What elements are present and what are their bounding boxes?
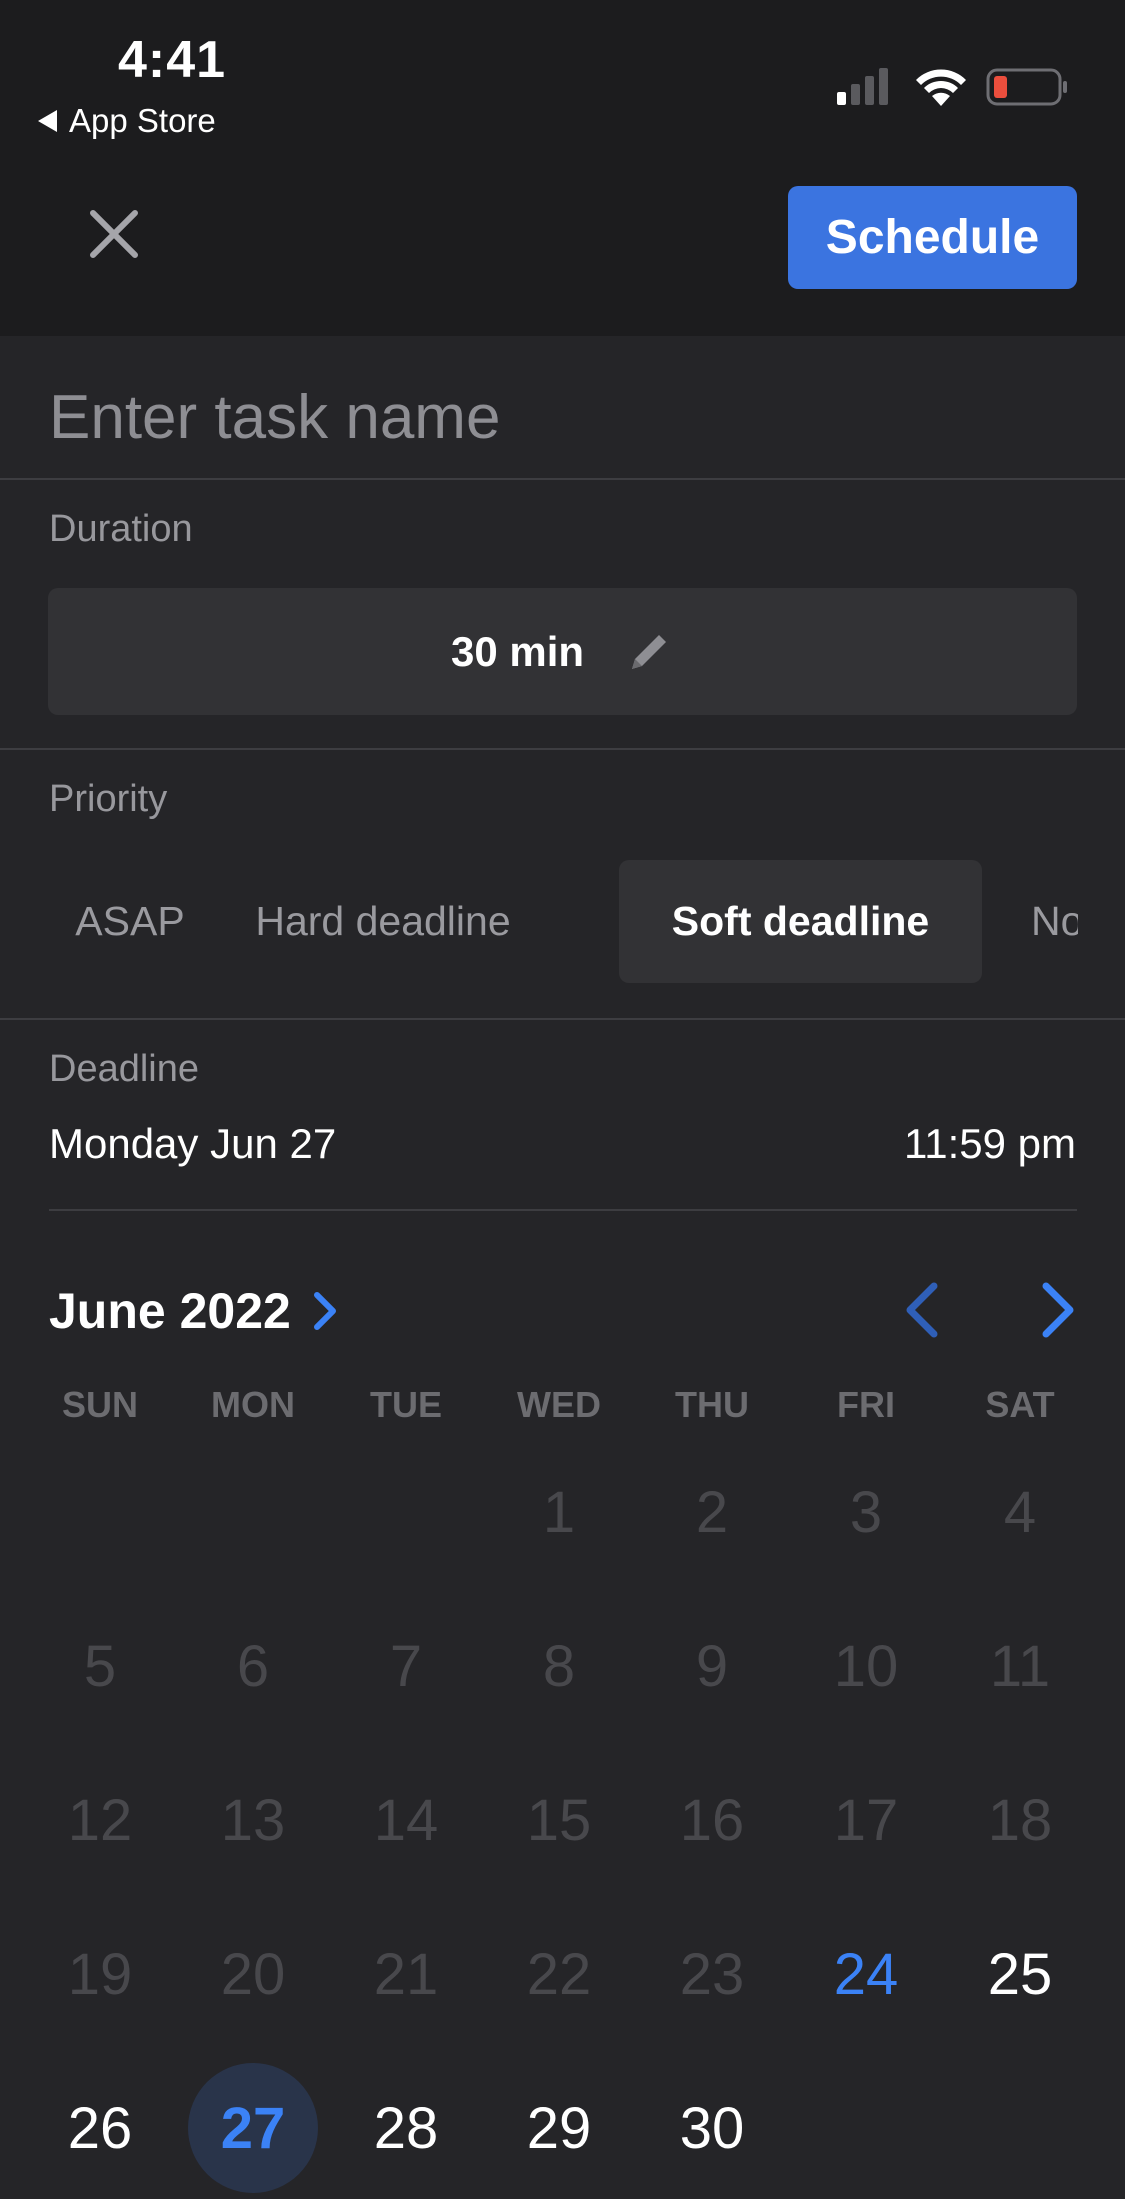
month-title: June 2022	[49, 1283, 291, 1339]
divider	[0, 748, 1125, 750]
calendar-day-26[interactable]: 26	[35, 2063, 165, 2193]
deadline-time[interactable]: 11:59 pm	[904, 1120, 1076, 1168]
calendar-day-19: 19	[67, 1941, 133, 2007]
calendar-day-18: 18	[987, 1787, 1053, 1853]
duration-value: 30 min	[450, 627, 585, 675]
calendar-day-16: 16	[679, 1787, 745, 1853]
calendar-day-6: 6	[236, 1633, 270, 1699]
calendar-day-7: 7	[389, 1633, 423, 1699]
calendar-day-14: 14	[373, 1787, 439, 1853]
calendar-day-30[interactable]: 30	[647, 2063, 777, 2193]
header-bar: 4:41 App Store Schedule	[0, 0, 1125, 336]
calendar-day-25[interactable]: 25	[955, 1909, 1085, 2039]
divider	[49, 1209, 1077, 1211]
schedule-button[interactable]: Schedule	[788, 186, 1077, 289]
pencil-icon	[632, 634, 667, 669]
weekday-sun: SUN	[61, 1384, 138, 1425]
month-year-selector[interactable]: June 2022	[49, 1282, 339, 1340]
cellular-signal-icon	[837, 68, 888, 105]
calendar-day-12: 12	[67, 1787, 133, 1853]
deadline-date[interactable]: Monday Jun 27	[49, 1120, 336, 1168]
weekday-sat: SAT	[985, 1384, 1055, 1425]
priority-option-none[interactable]: No	[1031, 860, 1078, 983]
calendar-day-8: 8	[542, 1633, 576, 1699]
calendar-day-20: 20	[220, 1941, 286, 2007]
calendar-day-1: 1	[542, 1479, 576, 1545]
calendar-day-21: 21	[373, 1941, 439, 2007]
priority-option-soft-deadline[interactable]: Soft deadline	[619, 860, 982, 983]
wifi-icon	[916, 69, 966, 106]
calendar-day-15: 15	[526, 1787, 592, 1853]
calendar-day-11: 11	[989, 1633, 1051, 1699]
calendar-day-22: 22	[526, 1941, 592, 2007]
weekday-wed: WED	[517, 1384, 601, 1425]
calendar-day-29[interactable]: 29	[494, 2063, 624, 2193]
calendar-day-28[interactable]: 28	[341, 2063, 471, 2193]
status-icons-svg	[837, 68, 1067, 106]
priority-option-asap[interactable]: ASAP	[48, 860, 212, 983]
next-month-button[interactable]	[1028, 1280, 1088, 1340]
weekday-header: SUN MON TUE WED THU FRI SAT	[40, 1384, 1085, 1434]
calendar-day-4: 4	[1003, 1479, 1037, 1545]
back-to-app-store-link[interactable]: App Store	[38, 102, 216, 140]
calendar-day-13: 13	[220, 1787, 286, 1853]
deadline-label: Deadline	[49, 1048, 199, 1090]
calendar-day-5: 5	[83, 1633, 117, 1699]
calendar-day-27[interactable]: 27	[188, 2063, 318, 2193]
calendar-day-23: 23	[679, 1941, 745, 2007]
previous-month-button[interactable]	[892, 1280, 952, 1340]
weekday-fri: FRI	[837, 1384, 895, 1425]
priority-selector: ASAP Hard deadline Soft deadline No	[48, 860, 1078, 983]
battery-icon	[986, 68, 1067, 106]
calendar-day-24[interactable]: 24	[801, 1909, 931, 2039]
weekday-tue: TUE	[370, 1384, 442, 1425]
calendar-day-9: 9	[695, 1633, 729, 1699]
weekday-mon: MON	[211, 1384, 295, 1425]
close-button[interactable]	[78, 198, 150, 270]
back-triangle-icon	[38, 110, 57, 132]
chevron-right-icon	[313, 1292, 336, 1330]
divider	[0, 478, 1125, 480]
calendar-day-2: 2	[695, 1479, 729, 1545]
back-link-label: App Store	[69, 102, 216, 139]
status-icons	[835, 64, 1075, 119]
weekday-thu: THU	[675, 1384, 749, 1425]
chevron-right-icon	[1042, 1282, 1074, 1338]
task-name-input[interactable]	[49, 372, 1079, 462]
priority-option-hard-deadline[interactable]: Hard deadline	[252, 860, 514, 983]
duration-picker[interactable]: 30 min	[48, 588, 1077, 715]
calendar-day-3: 3	[849, 1479, 883, 1545]
calendar-day-17: 17	[833, 1787, 899, 1853]
divider	[0, 1018, 1125, 1020]
priority-label: Priority	[49, 778, 168, 820]
chevron-left-icon	[906, 1282, 938, 1338]
calendar-day-10: 10	[833, 1633, 899, 1699]
duration-label: Duration	[49, 508, 193, 550]
close-icon	[90, 210, 138, 258]
status-time: 4:41	[118, 31, 227, 89]
